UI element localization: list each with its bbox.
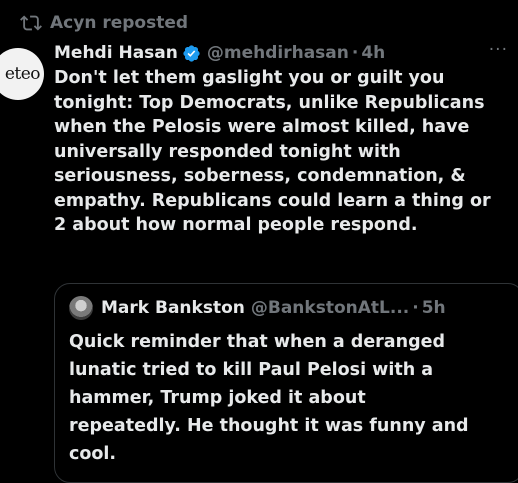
more-horizontal-icon[interactable]: ··· (489, 40, 508, 60)
timestamp[interactable]: 4h (361, 43, 385, 63)
repost-icon (20, 12, 42, 34)
tweet-text: Don't let them gaslight you or guilt you… (54, 68, 491, 235)
quoted-tweet-header: Mark Bankston @BankstonAtL... · 5h (69, 294, 446, 322)
avatar[interactable]: eteo (0, 48, 44, 100)
repost-indicator[interactable]: Acyn reposted (20, 10, 188, 36)
tweet-header: Mehdi Hasan @mehdirhasan · 4h ··· (54, 40, 508, 66)
quoted-avatar (69, 296, 93, 320)
avatar-text: eteo (4, 64, 41, 84)
quoted-separator-dot: · (412, 298, 419, 318)
quoted-tweet-text: Quick reminder that when a deranged luna… (69, 332, 469, 464)
quoted-timestamp: 5h (421, 298, 446, 318)
display-name[interactable]: Mehdi Hasan (54, 43, 178, 63)
verified-badge-icon[interactable] (182, 44, 201, 63)
quoted-tweet-card[interactable]: Mark Bankston @BankstonAtL... · 5h Quick… (54, 283, 518, 483)
handle[interactable]: @mehdirhasan (207, 43, 349, 63)
repost-label: Acyn reposted (50, 13, 189, 33)
quoted-display-name: Mark Bankston (101, 298, 245, 318)
quoted-handle: @BankstonAtL... (250, 298, 410, 318)
separator-dot: · (351, 43, 359, 63)
